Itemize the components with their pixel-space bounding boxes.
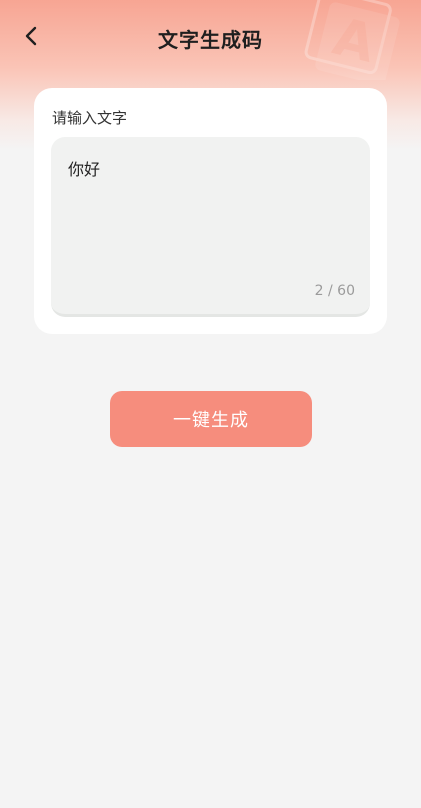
generate-button[interactable]: 一键生成 bbox=[110, 391, 312, 447]
input-text-value: 你好 bbox=[68, 160, 101, 179]
input-card: 请输入文字 你好 2 / 60 bbox=[34, 88, 387, 334]
input-label: 请输入文字 bbox=[52, 109, 128, 127]
character-counter: 2 / 60 bbox=[314, 283, 355, 299]
text-input-field[interactable]: 你好 2 / 60 bbox=[51, 137, 370, 317]
navigation-bar: 文字生成码 bbox=[0, 0, 421, 72]
page-title: 文字生成码 bbox=[158, 28, 263, 52]
screen: A 文字生成码 请输入文字 你好 2 / 60 一键生成 bbox=[0, 0, 421, 808]
generate-button-label: 一键生成 bbox=[173, 410, 249, 431]
